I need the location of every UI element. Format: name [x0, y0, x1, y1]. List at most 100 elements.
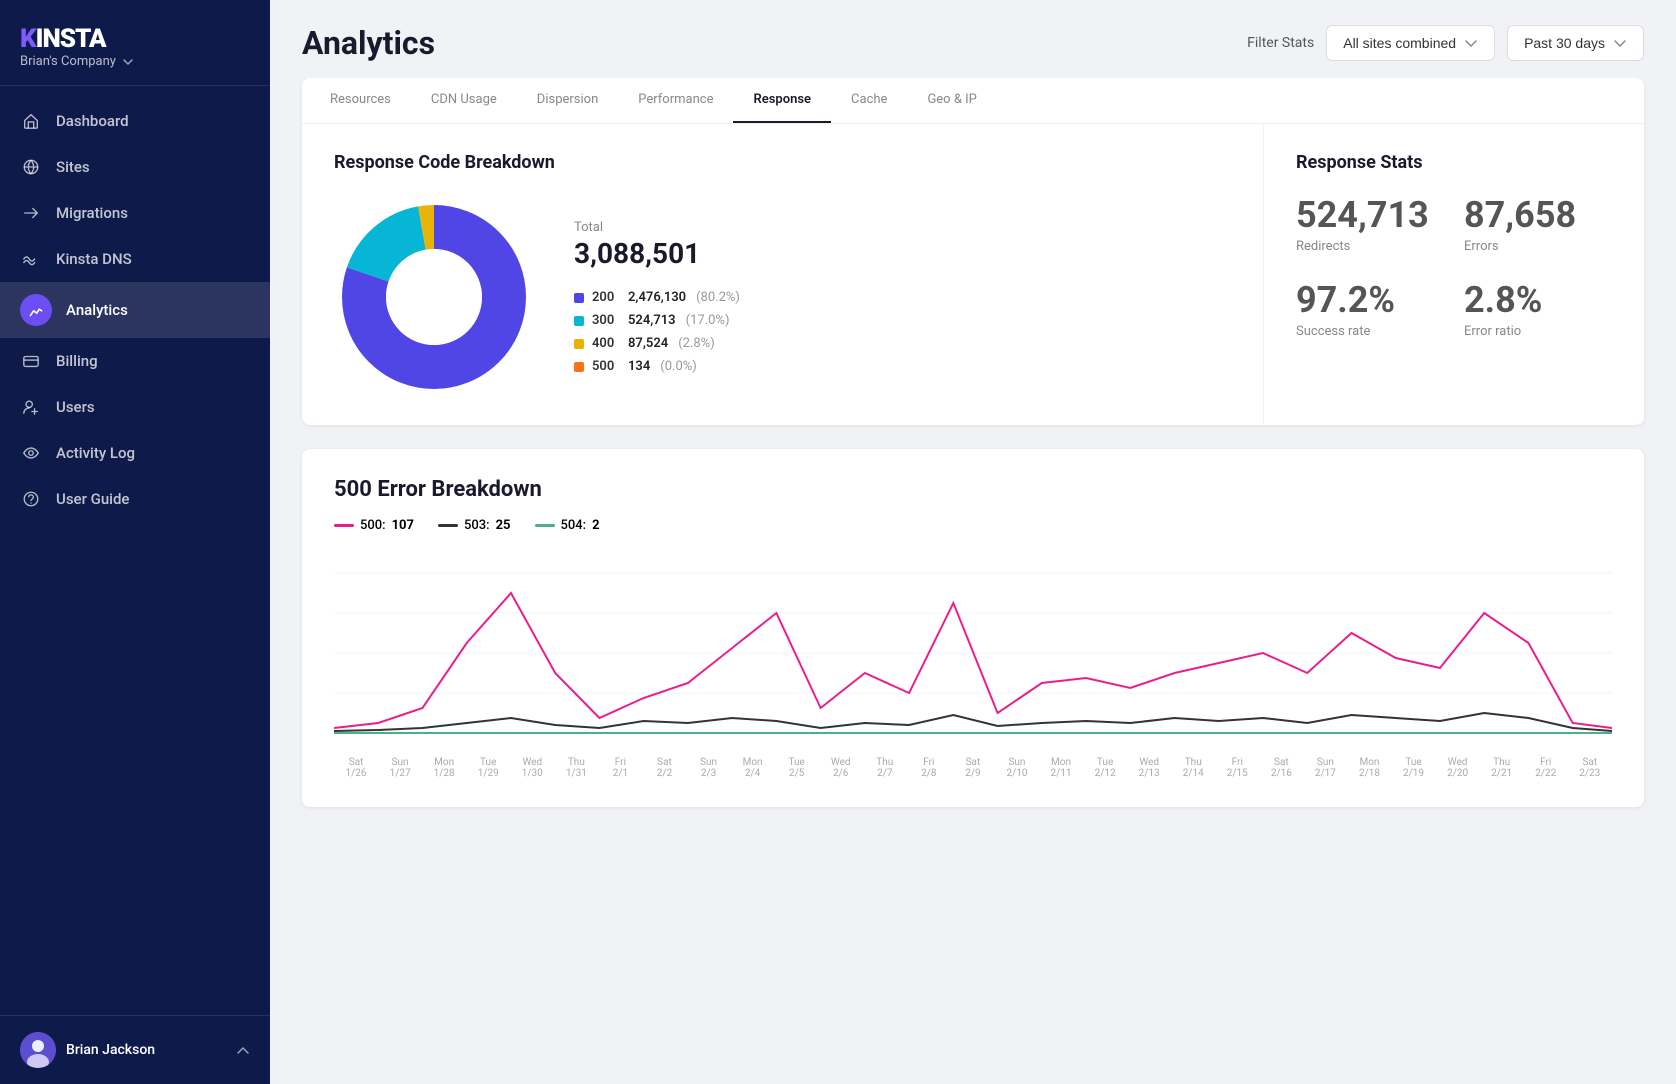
chevron-up-icon: [236, 1043, 250, 1057]
tab-performance[interactable]: Performance: [618, 78, 733, 123]
globe-icon: [20, 156, 42, 178]
response-stats-card: Response Stats 524,713 Redirects 87,658 …: [1264, 124, 1644, 425]
tab-cache[interactable]: Cache: [831, 78, 907, 123]
user-name: Brian Jackson: [66, 1042, 155, 1058]
legend-pct-200: (80.2%): [696, 290, 740, 305]
error-500-label: 500:: [360, 518, 386, 533]
sidebar-header: KINSTA Brian's Company: [0, 0, 270, 86]
time-filter-dropdown[interactable]: Past 30 days: [1507, 25, 1644, 61]
error-503-count: 25: [496, 518, 511, 533]
tab-dispersion[interactable]: Dispersion: [517, 78, 618, 123]
page-title: Analytics: [302, 24, 435, 62]
nav-label-billing: Billing: [56, 352, 98, 370]
legend-line-500: [334, 524, 354, 527]
stat-value-redirects: 524,713: [1296, 197, 1444, 233]
stat-label-redirects: Redirects: [1296, 239, 1444, 254]
sidebar-item-user-guide[interactable]: User Guide: [0, 476, 270, 522]
sidebar-item-dashboard[interactable]: Dashboard: [0, 98, 270, 144]
legend-code-300: 300: [592, 313, 620, 328]
sidebar: KINSTA Brian's Company Dashboard: [0, 0, 270, 1084]
tab-cdn-usage[interactable]: CDN Usage: [411, 78, 517, 123]
stat-error-ratio: 2.8% Error ratio: [1464, 282, 1612, 339]
legend-code-500: 500: [592, 359, 620, 374]
chevron-down-icon: [1613, 36, 1627, 50]
legend-line-503: [438, 524, 458, 527]
legend-item-400: 400 87,524 (2.8%): [574, 336, 1231, 351]
sidebar-item-kinsta-dns[interactable]: Kinsta DNS: [0, 236, 270, 282]
analytics-panel: Resources CDN Usage Dispersion Performan…: [302, 78, 1644, 425]
sidebar-item-sites[interactable]: Sites: [0, 144, 270, 190]
nav-label-sites: Sites: [56, 158, 90, 176]
legend-dot-200: [574, 293, 584, 303]
main-header: Analytics Filter Stats All sites combine…: [270, 0, 1676, 78]
sidebar-item-migrations[interactable]: Migrations: [0, 190, 270, 236]
legend-pct-400: (2.8%): [678, 336, 715, 351]
nav-label-users: Users: [56, 398, 95, 416]
chevron-down-icon: [122, 56, 134, 68]
site-filter-value: All sites combined: [1343, 35, 1456, 51]
user-profile[interactable]: Brian Jackson: [20, 1032, 155, 1068]
x-label-21: Sat2/16: [1259, 757, 1303, 779]
x-label-10: Tue2/5: [775, 757, 819, 779]
legend-items: 200 2,476,130 (80.2%) 300 524,713 (17.0%…: [574, 290, 1231, 374]
sidebar-item-billing[interactable]: Billing: [0, 338, 270, 384]
x-label-8: Sun2/3: [687, 757, 731, 779]
stat-value-errors: 87,658: [1464, 197, 1612, 233]
legend-dot-500: [574, 362, 584, 372]
tab-response[interactable]: Response: [733, 78, 831, 123]
company-selector[interactable]: Brian's Company: [20, 54, 250, 69]
x-label-12: Thu2/7: [863, 757, 907, 779]
donut-chart: [334, 197, 534, 397]
donut-hole: [386, 249, 482, 345]
x-label-23: Mon2/18: [1347, 757, 1391, 779]
x-label-4: Wed1/30: [510, 757, 554, 779]
sidebar-item-activity-log[interactable]: Activity Log: [0, 430, 270, 476]
x-label-6: Fri2/1: [598, 757, 642, 779]
sidebar-item-users[interactable]: Users: [0, 384, 270, 430]
person-plus-icon: [20, 396, 42, 418]
x-label-15: Sun2/10: [995, 757, 1039, 779]
help-icon: [20, 488, 42, 510]
chevron-down-icon: [1464, 36, 1478, 50]
x-label-25: Wed2/20: [1436, 757, 1480, 779]
site-filter-dropdown[interactable]: All sites combined: [1326, 25, 1495, 61]
error-legend-504: 504: 2: [535, 518, 600, 533]
legend-count-400: 87,524: [628, 336, 668, 351]
chart-icon: [20, 294, 52, 326]
stat-label-error-ratio: Error ratio: [1464, 324, 1612, 339]
tab-resources[interactable]: Resources: [310, 78, 411, 123]
x-label-20: Fri2/15: [1215, 757, 1259, 779]
stat-label-success-rate: Success rate: [1296, 324, 1444, 339]
stat-errors: 87,658 Errors: [1464, 197, 1612, 254]
company-name: Brian's Company: [20, 54, 116, 69]
legend-dot-300: [574, 316, 584, 326]
total-label: Total: [574, 220, 1231, 235]
x-label-26: Thu2/21: [1480, 757, 1524, 779]
sidebar-footer: Brian Jackson: [0, 1015, 270, 1084]
x-label-0: Sat1/26: [334, 757, 378, 779]
legend-line-504: [535, 524, 555, 527]
error-breakdown-title: 500 Error Breakdown: [334, 477, 1612, 502]
x-label-3: Tue1/29: [466, 757, 510, 779]
error-500-count: 107: [392, 518, 414, 533]
nav-label-kinsta-dns: Kinsta DNS: [56, 250, 132, 268]
legend-code-400: 400: [592, 336, 620, 351]
legend-pct-300: (17.0%): [686, 313, 730, 328]
tab-geo-ip[interactable]: Geo & IP: [907, 78, 996, 123]
x-label-9: Mon2/4: [731, 757, 775, 779]
legend-item-500: 500 134 (0.0%): [574, 359, 1231, 374]
x-label-17: Tue2/12: [1083, 757, 1127, 779]
sidebar-logo: KINSTA: [20, 24, 250, 54]
main-content: Analytics Filter Stats All sites combine…: [270, 0, 1676, 1084]
header-controls: Filter Stats All sites combined Past 30 …: [1247, 25, 1644, 61]
x-label-1: Sun1/27: [378, 757, 422, 779]
arrow-right-icon: [20, 202, 42, 224]
stat-value-success-rate: 97.2%: [1296, 282, 1444, 318]
nav-label-activity-log: Activity Log: [56, 444, 135, 462]
stats-grid: 524,713 Redirects 87,658 Errors 97.2% Su…: [1296, 197, 1612, 339]
sidebar-item-analytics[interactable]: Analytics: [0, 282, 270, 338]
chart-legend: Total 3,088,501 200 2,476,130 (80.2%): [574, 220, 1231, 374]
sub-tabs: Resources CDN Usage Dispersion Performan…: [302, 78, 1644, 124]
response-code-title: Response Code Breakdown: [334, 152, 1231, 173]
legend-code-200: 200: [592, 290, 620, 305]
